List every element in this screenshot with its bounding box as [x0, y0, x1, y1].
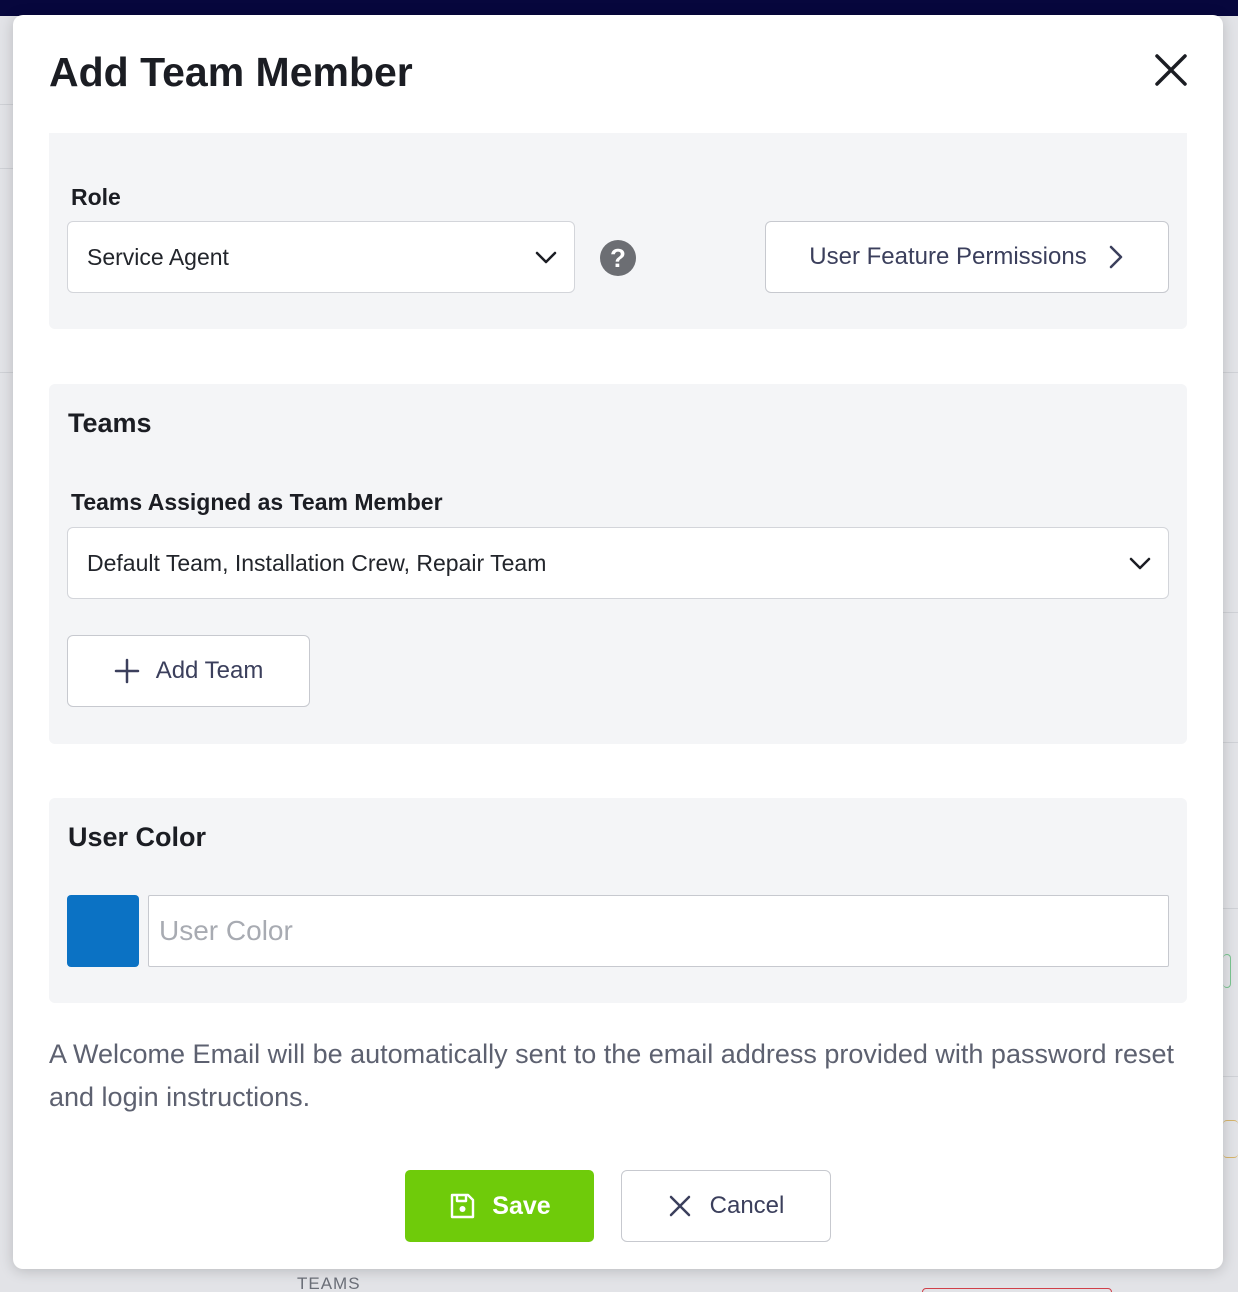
add-team-member-modal: Add Team Member Role Service Agent ? Use… — [13, 15, 1223, 1269]
user-color-input[interactable] — [148, 895, 1169, 967]
teams-multiselect[interactable]: Default Team, Installation Crew, Repair … — [67, 527, 1169, 599]
role-label: Role — [71, 184, 121, 210]
background-status-chip — [1223, 954, 1231, 988]
teams-select-value: Default Team, Installation Crew, Repair … — [87, 549, 547, 576]
cancel-button[interactable]: Cancel — [621, 1170, 831, 1242]
teams-assigned-label: Teams Assigned as Team Member — [71, 489, 443, 515]
teams-section-title: Teams — [68, 408, 152, 438]
background-divider — [1223, 612, 1238, 613]
background-teams-column-header: TEAMS — [297, 1274, 361, 1292]
permissions-button-label: User Feature Permissions — [809, 243, 1087, 270]
background-status-chip — [922, 1288, 1112, 1292]
plus-icon — [114, 658, 139, 684]
add-team-label: Add Team — [155, 657, 264, 684]
app-top-bar — [0, 0, 1238, 16]
user-color-title: User Color — [68, 822, 207, 852]
background-divider — [1223, 1076, 1238, 1077]
role-select-value: Service Agent — [87, 243, 229, 270]
cancel-button-label: Cancel — [709, 1192, 785, 1219]
role-section: Role Service Agent ? User Feature Permis… — [49, 133, 1187, 329]
user-feature-permissions-button[interactable]: User Feature Permissions — [765, 221, 1169, 293]
save-button-label: Save — [492, 1191, 551, 1220]
user-color-swatch[interactable] — [67, 895, 139, 967]
help-icon[interactable]: ? — [600, 240, 636, 276]
chevron-right-icon — [1109, 245, 1122, 269]
teams-section: Teams Teams Assigned as Team Member Defa… — [49, 384, 1187, 744]
background-divider — [0, 372, 13, 373]
chevron-down-icon — [535, 251, 557, 264]
user-color-section: User Color — [49, 798, 1187, 1003]
background-divider — [1223, 908, 1238, 909]
save-button[interactable]: Save — [405, 1170, 594, 1242]
background-divider — [0, 168, 13, 169]
close-icon[interactable] — [1152, 51, 1190, 89]
background-divider — [1223, 372, 1238, 373]
modal-title: Add Team Member — [49, 49, 413, 95]
add-team-button[interactable]: Add Team — [67, 635, 310, 707]
chevron-down-icon — [1129, 557, 1151, 570]
close-icon — [669, 1195, 690, 1217]
background-divider — [0, 104, 13, 105]
welcome-email-info: A Welcome Email will be automatically se… — [49, 1039, 1175, 1112]
save-icon — [451, 1193, 475, 1219]
role-select[interactable]: Service Agent — [67, 221, 575, 293]
background-divider — [1223, 742, 1238, 743]
background-status-chip — [1223, 1120, 1238, 1158]
